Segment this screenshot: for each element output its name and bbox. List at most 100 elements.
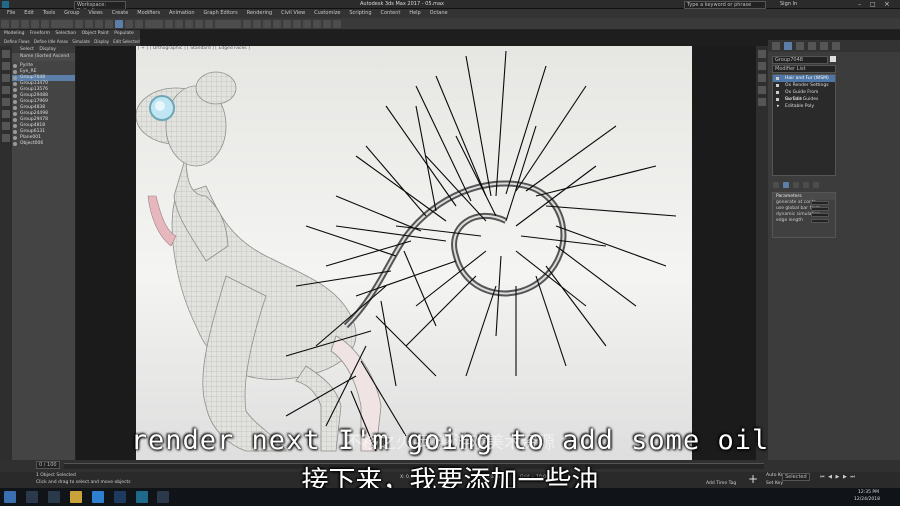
modifier-item-ox-edit-guides[interactable]: Ox Edit Guides (773, 96, 835, 103)
menu-item-civil-view[interactable]: Civil View (281, 9, 305, 18)
windows-start-icon[interactable] (4, 491, 16, 503)
ribbon-tab-object-paint[interactable]: Object Paint (82, 31, 109, 36)
snap-icon[interactable] (175, 20, 183, 28)
pin-stack-icon[interactable] (773, 182, 779, 188)
clock-time[interactable]: 12:35 PM (858, 490, 879, 495)
select-icon[interactable] (75, 20, 83, 28)
photoshop-task-icon[interactable] (113, 491, 126, 503)
angle-snap-icon[interactable] (185, 20, 193, 28)
visibility-eye-icon[interactable] (13, 142, 17, 146)
make-unique-icon[interactable] (792, 182, 799, 188)
explorer-tab-display[interactable]: Display (39, 47, 56, 52)
sign-in-link[interactable]: Sign In (780, 1, 797, 7)
ribbon-tab-populate[interactable]: Populate (114, 31, 134, 36)
named-selection-icon[interactable] (215, 20, 241, 28)
ribbon-define-flows[interactable]: Define Flows (4, 39, 30, 44)
unlink-icon[interactable] (31, 20, 39, 28)
maximize-icon[interactable]: □ (870, 1, 876, 8)
reference-coord-icon[interactable] (145, 20, 163, 28)
visibility-eye-icon[interactable] (13, 130, 17, 134)
modifier-item-ox-render-settings[interactable]: Ox Render Settings (773, 82, 835, 89)
rect-select-icon[interactable] (95, 20, 103, 28)
bulb-icon[interactable] (776, 91, 779, 94)
render-setup-icon[interactable] (303, 20, 311, 28)
ribbon-tab-freeform[interactable]: Freeform (30, 31, 50, 36)
menu-item-graph-editors[interactable]: Graph Editors (203, 9, 237, 18)
menu-item-views[interactable]: Views (88, 9, 102, 18)
move-icon[interactable] (115, 20, 123, 28)
zoom-icon[interactable] (758, 50, 766, 58)
menu-item-content[interactable]: Content (381, 9, 401, 18)
modifier-item-editable-poly[interactable]: ▸ Editable Poly (773, 103, 835, 110)
pivot-icon[interactable] (165, 20, 173, 28)
menu-item-customize[interactable]: Customize (314, 9, 340, 18)
browser-task-icon[interactable] (91, 491, 104, 503)
expand-arrow-icon[interactable]: ▸ (777, 103, 780, 110)
undo-icon[interactable] (1, 20, 9, 28)
invert-icon[interactable] (2, 86, 10, 94)
explorer-tab-select[interactable]: Select (20, 47, 34, 52)
lights-filter-icon[interactable] (2, 122, 10, 130)
display-all-icon[interactable] (2, 74, 10, 82)
render-icon[interactable] (323, 20, 331, 28)
visibility-eye-icon[interactable] (13, 70, 17, 74)
visibility-eye-icon[interactable] (13, 136, 17, 140)
link-icon[interactable] (21, 20, 29, 28)
ribbon-display[interactable]: Display (94, 39, 109, 44)
show-end-result-icon[interactable] (782, 182, 789, 188)
param-spinner[interactable] (811, 213, 829, 217)
orbit-icon[interactable] (758, 86, 766, 94)
ribbon-tab-selection[interactable]: Selection (55, 31, 76, 36)
visibility-eye-icon[interactable] (13, 82, 17, 86)
object-name-field[interactable]: Group7048 (772, 56, 828, 64)
configure-sets-icon[interactable] (812, 182, 819, 188)
explorer-row[interactable]: Object006 (12, 141, 75, 147)
visibility-eye-icon[interactable] (13, 94, 17, 98)
search-task-icon[interactable] (25, 491, 38, 503)
menu-item-create[interactable]: Create (112, 9, 129, 18)
align-icon[interactable] (253, 20, 261, 28)
menu-item-rendering[interactable]: Rendering (247, 9, 273, 18)
remove-modifier-icon[interactable] (802, 182, 809, 188)
ribbon-tab-modeling[interactable]: Modeling (4, 31, 24, 36)
ribbon-define-idle[interactable]: Define Idle Areas (34, 39, 68, 44)
modifier-item-hair-and-fur[interactable]: Hair and Fur (WSM) (773, 75, 835, 82)
ribbon-simulate[interactable]: Simulate (72, 39, 90, 44)
bulb-icon[interactable] (776, 77, 779, 80)
visibility-eye-icon[interactable] (13, 76, 17, 80)
param-spinner[interactable] (811, 219, 829, 223)
clock-date[interactable]: 12/24/2018 (854, 497, 880, 502)
object-color-swatch[interactable] (830, 56, 836, 62)
search-input[interactable]: Type a keyword or phrase (684, 1, 766, 9)
menu-item-modifiers[interactable]: Modifiers (137, 9, 160, 18)
mirror-icon[interactable] (243, 20, 251, 28)
render-frame-icon[interactable] (313, 20, 321, 28)
menu-item-octane[interactable]: Octane (430, 9, 448, 18)
app-task-icon[interactable] (157, 491, 170, 503)
redo-icon[interactable] (11, 20, 19, 28)
percent-snap-icon[interactable] (195, 20, 203, 28)
window-crossing-icon[interactable] (105, 20, 113, 28)
teapot-icon[interactable] (333, 20, 341, 28)
modifier-item-ox-guide-from-surface[interactable]: Ox Guide From Surface (773, 89, 835, 102)
visibility-eye-icon[interactable] (13, 64, 17, 68)
create-tab-icon[interactable] (772, 42, 780, 50)
visibility-eye-icon[interactable] (13, 100, 17, 104)
explorer-column-header[interactable]: Name (Sorted Ascend (12, 53, 75, 61)
maximize-viewport-icon[interactable] (758, 98, 766, 106)
zoom-all-icon[interactable] (758, 62, 766, 70)
menu-item-scripting[interactable]: Scripting (349, 9, 371, 18)
scale-icon[interactable] (135, 20, 143, 28)
explorer-task-icon[interactable] (69, 491, 82, 503)
visibility-eye-icon[interactable] (13, 112, 17, 116)
visibility-eye-icon[interactable] (13, 88, 17, 92)
layers-icon[interactable] (263, 20, 271, 28)
param-spinner[interactable] (811, 207, 829, 211)
3dsmax-task-icon[interactable] (135, 491, 148, 503)
visibility-eye-icon[interactable] (13, 118, 17, 122)
app-logo-icon[interactable] (2, 1, 9, 8)
bind-icon[interactable] (41, 20, 49, 28)
curve-editor-icon[interactable] (273, 20, 281, 28)
close-icon[interactable]: × (884, 0, 890, 8)
param-edge-length[interactable]: edge length (773, 218, 835, 224)
